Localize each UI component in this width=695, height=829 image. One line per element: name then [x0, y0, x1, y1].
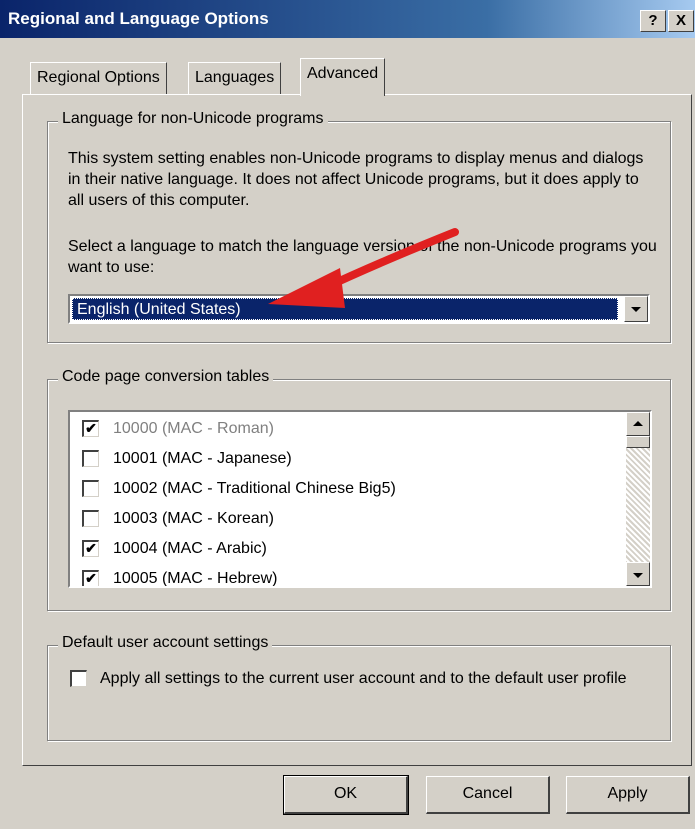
- code-page-list[interactable]: ✔ 10000 (MAC - Roman) 10001 (MAC - Japan…: [68, 410, 652, 588]
- language-select[interactable]: English (United States): [68, 294, 650, 324]
- code-page-label: 10004 (MAC - Arabic): [113, 540, 267, 557]
- cancel-button[interactable]: Cancel: [426, 776, 550, 814]
- language-select-dropdown-button[interactable]: [624, 296, 648, 322]
- code-page-label: 10001 (MAC - Japanese): [113, 450, 292, 467]
- tab-languages[interactable]: Languages: [188, 62, 282, 94]
- code-page-label: 10003 (MAC - Korean): [113, 510, 274, 527]
- code-page-checkbox[interactable]: ✔: [82, 540, 99, 557]
- scroll-thumb[interactable]: [626, 436, 650, 448]
- code-page-legend: Code page conversion tables: [58, 368, 274, 386]
- code-page-checkbox[interactable]: [82, 480, 99, 497]
- advanced-tab-panel: Language for non-Unicode programs This s…: [22, 94, 692, 766]
- arrow-down-icon: [633, 573, 643, 578]
- default-user-legend: Default user account settings: [58, 634, 273, 652]
- code-page-checkbox[interactable]: [82, 510, 99, 527]
- apply-default-user-checkbox[interactable]: [70, 670, 87, 687]
- code-page-label: 10000 (MAC - Roman): [113, 420, 274, 437]
- help-button[interactable]: ?: [640, 10, 666, 32]
- chevron-down-icon: [631, 307, 641, 312]
- window-title: Regional and Language Options: [8, 9, 269, 28]
- non-unicode-legend: Language for non-Unicode programs: [58, 110, 328, 128]
- language-select-value: English (United States): [72, 298, 618, 320]
- non-unicode-group: Language for non-Unicode programs This s…: [47, 110, 671, 343]
- code-page-checkbox[interactable]: ✔: [82, 570, 99, 586]
- code-page-scrollbar[interactable]: [626, 412, 650, 586]
- apply-default-user-label: Apply all settings to the current user a…: [100, 670, 627, 687]
- select-language-prompt: Select a language to match the language …: [68, 238, 657, 276]
- apply-button[interactable]: Apply: [566, 776, 690, 814]
- code-page-checkbox[interactable]: [82, 450, 99, 467]
- code-page-checkbox[interactable]: ✔: [82, 420, 99, 437]
- ok-button[interactable]: OK: [283, 775, 409, 815]
- arrow-up-icon: [633, 421, 643, 426]
- default-user-group: Default user account settings Apply all …: [47, 634, 671, 741]
- code-page-label: 10005 (MAC - Hebrew): [113, 570, 278, 587]
- close-button[interactable]: X: [668, 10, 694, 32]
- title-bar: Regional and Language Options ? X: [0, 0, 695, 38]
- code-page-label: 10002 (MAC - Traditional Chinese Big5): [113, 480, 396, 497]
- scroll-up-button[interactable]: [626, 412, 650, 436]
- code-page-group: Code page conversion tables ✔ 10000 (MAC…: [47, 368, 671, 611]
- scroll-down-button[interactable]: [626, 562, 650, 586]
- tab-regional-options[interactable]: Regional Options: [30, 62, 167, 94]
- tab-advanced[interactable]: Advanced: [300, 58, 386, 96]
- non-unicode-description: This system setting enables non-Unicode …: [68, 150, 644, 209]
